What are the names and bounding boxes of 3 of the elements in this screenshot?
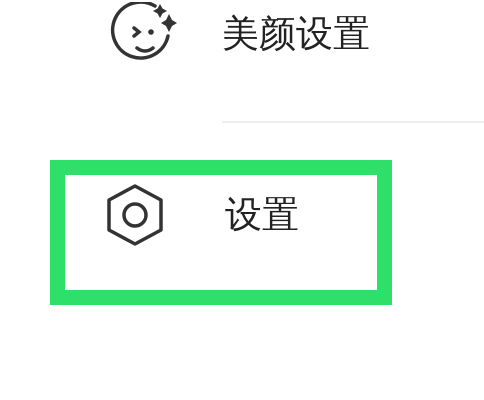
- menu-item-label[interactable]: 美颜设置: [222, 9, 370, 59]
- menu-item-label[interactable]: 设置: [225, 190, 299, 240]
- hexagon-settings-icon: [105, 183, 165, 247]
